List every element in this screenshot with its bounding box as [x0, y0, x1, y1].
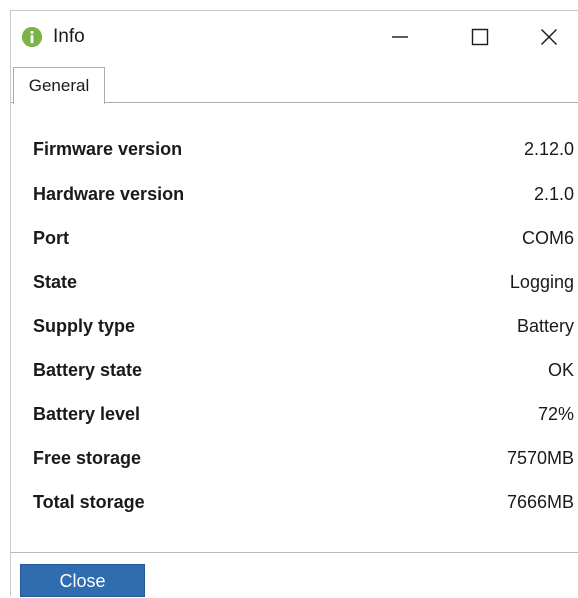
close-icon — [540, 29, 557, 45]
info-row-battery-state: Battery state OK — [33, 355, 574, 385]
row-label: Battery level — [33, 404, 141, 424]
window-title: Info — [53, 26, 85, 47]
row-value: Battery — [516, 316, 574, 336]
info-row-port: Port COM6 — [33, 223, 574, 253]
row-label: Hardware version — [33, 184, 185, 204]
row-value: COM6 — [521, 228, 574, 248]
tab-general[interactable]: General — [13, 67, 105, 104]
tab-strip: General — [11, 67, 578, 104]
row-label: Free storage — [33, 448, 142, 468]
row-label: Total storage — [33, 492, 145, 512]
info-row-total-storage: Total storage 7666MB — [33, 487, 574, 517]
info-icon — [22, 27, 42, 47]
general-panel: Firmware version 2.12.0 Hardware version… — [11, 103, 578, 553]
row-value: OK — [547, 360, 574, 380]
info-row-supply-type: Supply type Battery — [33, 311, 574, 341]
info-row-free-storage: Free storage 7570MB — [33, 443, 574, 473]
info-window: Info General Firmware version 2.12.0 Har… — [10, 10, 578, 597]
row-label: Supply type — [33, 316, 136, 336]
close-button[interactable]: Close — [20, 564, 145, 597]
info-row-battery-level: Battery level 72% — [33, 399, 574, 429]
row-label: State — [33, 272, 78, 292]
row-value: 2.12.0 — [523, 139, 574, 159]
info-row-state: State Logging — [33, 267, 574, 297]
row-value: 2.1.0 — [533, 184, 574, 204]
close-window-button[interactable] — [519, 11, 578, 63]
info-row-hardware-version: Hardware version 2.1.0 — [33, 179, 574, 209]
title-bar[interactable]: Info — [11, 11, 578, 63]
info-row-firmware-version: Firmware version 2.12.0 — [33, 134, 574, 164]
minimize-icon — [392, 36, 408, 38]
row-label: Firmware version — [33, 139, 183, 159]
minimize-button[interactable] — [360, 11, 440, 63]
row-value: Logging — [509, 272, 574, 292]
footer-divider — [11, 552, 578, 553]
row-value: 72% — [537, 404, 574, 424]
row-value: 7666MB — [506, 492, 574, 512]
maximize-icon — [471, 28, 489, 46]
row-label: Battery state — [33, 360, 143, 380]
row-label: Port — [33, 228, 69, 248]
row-value: 7570MB — [506, 448, 574, 468]
maximize-button[interactable] — [440, 11, 520, 63]
